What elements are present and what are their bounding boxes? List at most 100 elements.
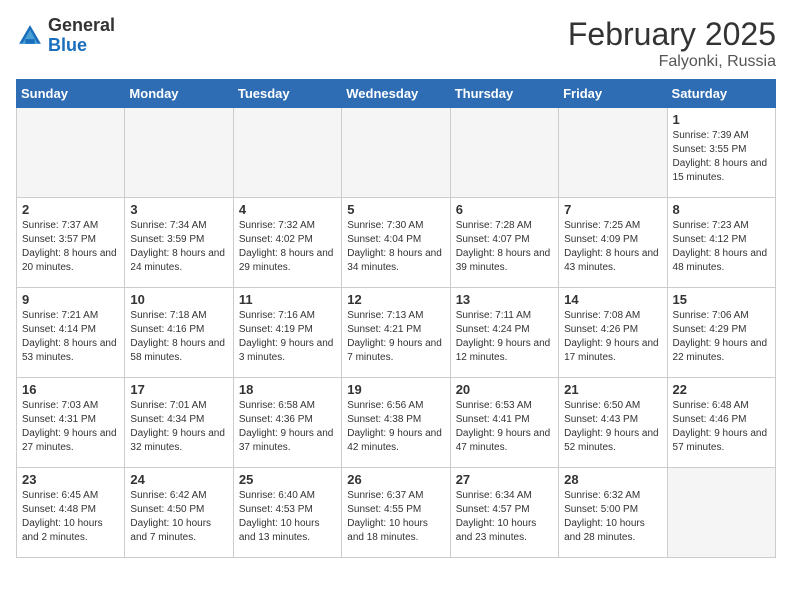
calendar-cell [450, 108, 558, 198]
day-number: 21 [564, 382, 661, 397]
calendar-table: SundayMondayTuesdayWednesdayThursdayFrid… [16, 79, 776, 558]
day-number: 16 [22, 382, 119, 397]
calendar-body: 1Sunrise: 7:39 AM Sunset: 3:55 PM Daylig… [17, 108, 776, 558]
title-block: February 2025 Falyonki, Russia [568, 16, 776, 71]
calendar-cell: 7 Sunrise: 7:25 AM Sunset: 4:09 PM Daylig… [559, 198, 667, 288]
day-info: Sunrise: 7:39 AM Sunset: 3:55 PM Dayligh… [673, 129, 770, 185]
weekday-monday: Monday [125, 80, 233, 108]
week-row-2: 2 Sunrise: 7:37 AM Sunset: 3:57 PM Daylig… [17, 198, 776, 288]
calendar-cell: 14 Sunrise: 7:08 AM Sunset: 4:26 PM Dayli… [559, 288, 667, 378]
calendar-cell: 8Sunrise: 7:23 AM Sunset: 4:12 PM Daylig… [667, 198, 775, 288]
calendar-cell: 18 Sunrise: 6:58 AM Sunset: 4:36 PM Dayli… [233, 378, 341, 468]
month-year-title: February 2025 [568, 16, 776, 53]
calendar-cell: 17Sunrise: 7:01 AM Sunset: 4:34 PM Dayli… [125, 378, 233, 468]
calendar-cell [559, 108, 667, 198]
day-info: Sunrise: 7:34 AM Sunset: 3:59 PM Dayligh… [130, 219, 227, 275]
day-number: 28 [564, 472, 661, 487]
weekday-thursday: Thursday [450, 80, 558, 108]
calendar-cell: 19 Sunrise: 6:56 AM Sunset: 4:38 PM Dayli… [342, 378, 450, 468]
week-row-3: 9 Sunrise: 7:21 AM Sunset: 4:14 PM Daylig… [17, 288, 776, 378]
day-number: 25 [239, 472, 336, 487]
weekday-wednesday: Wednesday [342, 80, 450, 108]
day-info: Sunrise: 7:08 AM Sunset: 4:26 PM Dayligh… [564, 309, 661, 365]
day-info: Sunrise: 7:25 AM Sunset: 4:09 PM Dayligh… [564, 219, 661, 275]
day-info: Sunrise: 6:50 AM Sunset: 4:43 PM Dayligh… [564, 399, 661, 455]
calendar-cell: 11Sunrise: 7:16 AM Sunset: 4:19 PM Dayli… [233, 288, 341, 378]
calendar-cell: 24 Sunrise: 6:42 AM Sunset: 4:50 PM Dayli… [125, 468, 233, 558]
day-info: Sunrise: 6:34 AM Sunset: 4:57 PM Dayligh… [456, 489, 553, 545]
weekday-saturday: Saturday [667, 80, 775, 108]
day-info: Sunrise: 7:37 AM Sunset: 3:57 PM Dayligh… [22, 219, 119, 275]
weekday-tuesday: Tuesday [233, 80, 341, 108]
day-number: 8 [673, 202, 770, 217]
day-info: Sunrise: 7:21 AM Sunset: 4:14 PM Dayligh… [22, 309, 119, 365]
day-info: Sunrise: 6:45 AM Sunset: 4:48 PM Dayligh… [22, 489, 119, 545]
weekday-sunday: Sunday [17, 80, 125, 108]
calendar-cell: 22Sunrise: 6:48 AM Sunset: 4:46 PM Dayli… [667, 378, 775, 468]
calendar-cell: 13 Sunrise: 7:11 AM Sunset: 4:24 PM Dayli… [450, 288, 558, 378]
day-number: 10 [130, 292, 227, 307]
day-info: Sunrise: 7:32 AM Sunset: 4:02 PM Dayligh… [239, 219, 336, 275]
calendar-cell [667, 468, 775, 558]
week-row-5: 23 Sunrise: 6:45 AM Sunset: 4:48 PM Dayli… [17, 468, 776, 558]
day-number: 15 [673, 292, 770, 307]
calendar-cell: 1Sunrise: 7:39 AM Sunset: 3:55 PM Daylig… [667, 108, 775, 198]
day-info: Sunrise: 6:53 AM Sunset: 4:41 PM Dayligh… [456, 399, 553, 455]
day-number: 26 [347, 472, 444, 487]
day-number: 5 [347, 202, 444, 217]
calendar-cell: 21 Sunrise: 6:50 AM Sunset: 4:43 PM Dayli… [559, 378, 667, 468]
logo-general-text: General [48, 15, 115, 35]
day-number: 12 [347, 292, 444, 307]
calendar-cell: 16Sunrise: 7:03 AM Sunset: 4:31 PM Dayli… [17, 378, 125, 468]
day-info: Sunrise: 6:42 AM Sunset: 4:50 PM Dayligh… [130, 489, 227, 545]
day-number: 20 [456, 382, 553, 397]
day-number: 17 [130, 382, 227, 397]
calendar-cell: 3 Sunrise: 7:34 AM Sunset: 3:59 PM Daylig… [125, 198, 233, 288]
calendar-cell: 10 Sunrise: 7:18 AM Sunset: 4:16 PM Dayli… [125, 288, 233, 378]
day-number: 3 [130, 202, 227, 217]
calendar-cell: 6 Sunrise: 7:28 AM Sunset: 4:07 PM Daylig… [450, 198, 558, 288]
day-number: 2 [22, 202, 119, 217]
day-number: 23 [22, 472, 119, 487]
calendar-cell: 26Sunrise: 6:37 AM Sunset: 4:55 PM Dayli… [342, 468, 450, 558]
calendar-cell [233, 108, 341, 198]
day-number: 13 [456, 292, 553, 307]
page-header: General Blue February 2025 Falyonki, Rus… [16, 16, 776, 71]
day-number: 7 [564, 202, 661, 217]
day-number: 24 [130, 472, 227, 487]
weekday-friday: Friday [559, 80, 667, 108]
calendar-cell: 12 Sunrise: 7:13 AM Sunset: 4:21 PM Dayli… [342, 288, 450, 378]
day-info: Sunrise: 7:16 AM Sunset: 4:19 PM Dayligh… [239, 309, 336, 365]
week-row-1: 1Sunrise: 7:39 AM Sunset: 3:55 PM Daylig… [17, 108, 776, 198]
day-number: 4 [239, 202, 336, 217]
calendar-cell: 27 Sunrise: 6:34 AM Sunset: 4:57 PM Dayli… [450, 468, 558, 558]
calendar-cell: 5 Sunrise: 7:30 AM Sunset: 4:04 PM Daylig… [342, 198, 450, 288]
day-number: 9 [22, 292, 119, 307]
weekday-header-row: SundayMondayTuesdayWednesdayThursdayFrid… [17, 80, 776, 108]
calendar-cell: 4 Sunrise: 7:32 AM Sunset: 4:02 PM Daylig… [233, 198, 341, 288]
day-info: Sunrise: 6:40 AM Sunset: 4:53 PM Dayligh… [239, 489, 336, 545]
day-number: 27 [456, 472, 553, 487]
day-number: 14 [564, 292, 661, 307]
day-info: Sunrise: 6:56 AM Sunset: 4:38 PM Dayligh… [347, 399, 444, 455]
day-info: Sunrise: 7:13 AM Sunset: 4:21 PM Dayligh… [347, 309, 444, 365]
day-info: Sunrise: 7:11 AM Sunset: 4:24 PM Dayligh… [456, 309, 553, 365]
day-info: Sunrise: 7:06 AM Sunset: 4:29 PM Dayligh… [673, 309, 770, 365]
day-info: Sunrise: 6:58 AM Sunset: 4:36 PM Dayligh… [239, 399, 336, 455]
calendar-cell: 23 Sunrise: 6:45 AM Sunset: 4:48 PM Dayli… [17, 468, 125, 558]
day-info: Sunrise: 7:30 AM Sunset: 4:04 PM Dayligh… [347, 219, 444, 275]
calendar-cell: 15 Sunrise: 7:06 AM Sunset: 4:29 PM Dayli… [667, 288, 775, 378]
calendar-cell [17, 108, 125, 198]
calendar-cell: 28 Sunrise: 6:32 AM Sunset: 5:00 PM Dayli… [559, 468, 667, 558]
day-info: Sunrise: 7:28 AM Sunset: 4:07 PM Dayligh… [456, 219, 553, 275]
day-number: 6 [456, 202, 553, 217]
day-number: 19 [347, 382, 444, 397]
calendar-cell [342, 108, 450, 198]
calendar-cell: 20 Sunrise: 6:53 AM Sunset: 4:41 PM Dayli… [450, 378, 558, 468]
calendar-cell [125, 108, 233, 198]
calendar-cell: 9 Sunrise: 7:21 AM Sunset: 4:14 PM Daylig… [17, 288, 125, 378]
day-info: Sunrise: 7:18 AM Sunset: 4:16 PM Dayligh… [130, 309, 227, 365]
logo-icon [16, 22, 44, 50]
day-info: Sunrise: 6:32 AM Sunset: 5:00 PM Dayligh… [564, 489, 661, 545]
day-number: 18 [239, 382, 336, 397]
